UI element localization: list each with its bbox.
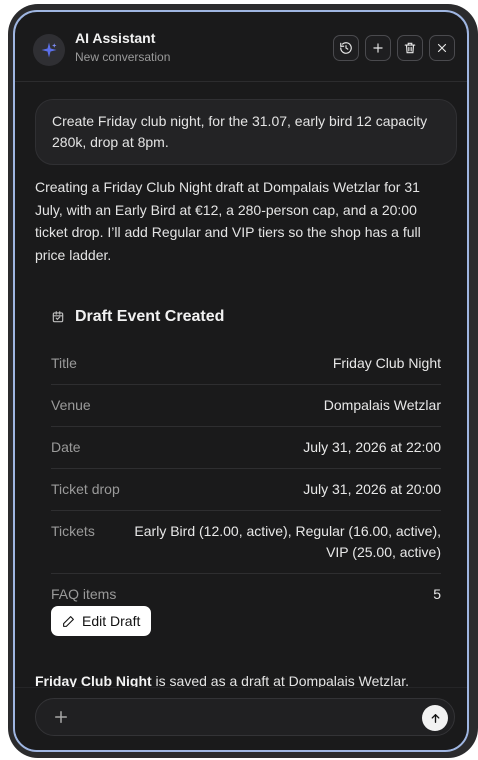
- detail-row-tickets: Tickets Early Bird (12.00, active), Regu…: [51, 511, 441, 574]
- arrow-up-icon: [431, 713, 439, 723]
- conversation-subtitle: New conversation: [75, 50, 171, 64]
- detail-label: FAQ items: [51, 586, 117, 602]
- pencil-icon: [63, 615, 74, 627]
- composer: [15, 687, 467, 750]
- assistant-message: Creating a Friday Club Night draft at Do…: [35, 179, 421, 263]
- panel-header: AI Assistant New conversation: [15, 12, 467, 82]
- draft-details: Title Friday Club Night Venue Dompalais …: [51, 343, 441, 615]
- message-input[interactable]: [35, 698, 455, 736]
- detail-value: Dompalais Wetzlar: [323, 397, 441, 413]
- edit-draft-button[interactable]: Edit Draft: [51, 606, 152, 636]
- detail-value: 5: [433, 586, 441, 602]
- card-title: Draft Event Created: [75, 308, 225, 325]
- edit-draft-label: Edit Draft: [82, 613, 141, 629]
- attach-plus-icon[interactable]: [52, 708, 70, 726]
- history-button[interactable]: [333, 35, 359, 61]
- draft-card-header: Draft Event Created: [51, 308, 224, 326]
- user-message: Create Friday club night, for the 31.07,…: [35, 99, 457, 165]
- detail-value: July 31, 2026 at 20:00: [303, 481, 441, 497]
- close-icon: [437, 43, 447, 53]
- detail-label: Venue: [51, 397, 91, 413]
- detail-label: Ticket drop: [51, 481, 120, 497]
- plus-icon: [373, 43, 383, 53]
- send-button[interactable]: [422, 705, 448, 731]
- new-conversation-button[interactable]: [365, 35, 391, 61]
- close-button[interactable]: [429, 35, 455, 61]
- detail-label: Tickets: [51, 523, 95, 539]
- assistant-panel: AI Assistant New conversation Create Fri…: [13, 10, 469, 752]
- detail-value: Friday Club Night: [332, 355, 441, 371]
- delete-conversation-button[interactable]: [397, 35, 423, 61]
- detail-row-ticket-drop: Ticket drop July 31, 2026 at 20:00: [51, 469, 441, 511]
- detail-row-date: Date July 31, 2026 at 22:00: [51, 427, 441, 469]
- trash-icon: [404, 42, 416, 54]
- calendar-icon: [52, 311, 64, 323]
- sparkle-icon: [41, 42, 57, 58]
- detail-row-venue: Venue Dompalais Wetzlar: [51, 385, 441, 427]
- panel-title: AI Assistant: [75, 30, 156, 46]
- history-icon: [340, 42, 352, 54]
- detail-value: July 31, 2026 at 22:00: [303, 439, 441, 455]
- detail-row-title: Title Friday Club Night: [51, 343, 441, 385]
- detail-value: Early Bird (12.00, active), Regular (16.…: [134, 523, 441, 560]
- detail-label: Title: [51, 355, 77, 371]
- detail-label: Date: [51, 439, 81, 455]
- assistant-avatar: [33, 34, 65, 66]
